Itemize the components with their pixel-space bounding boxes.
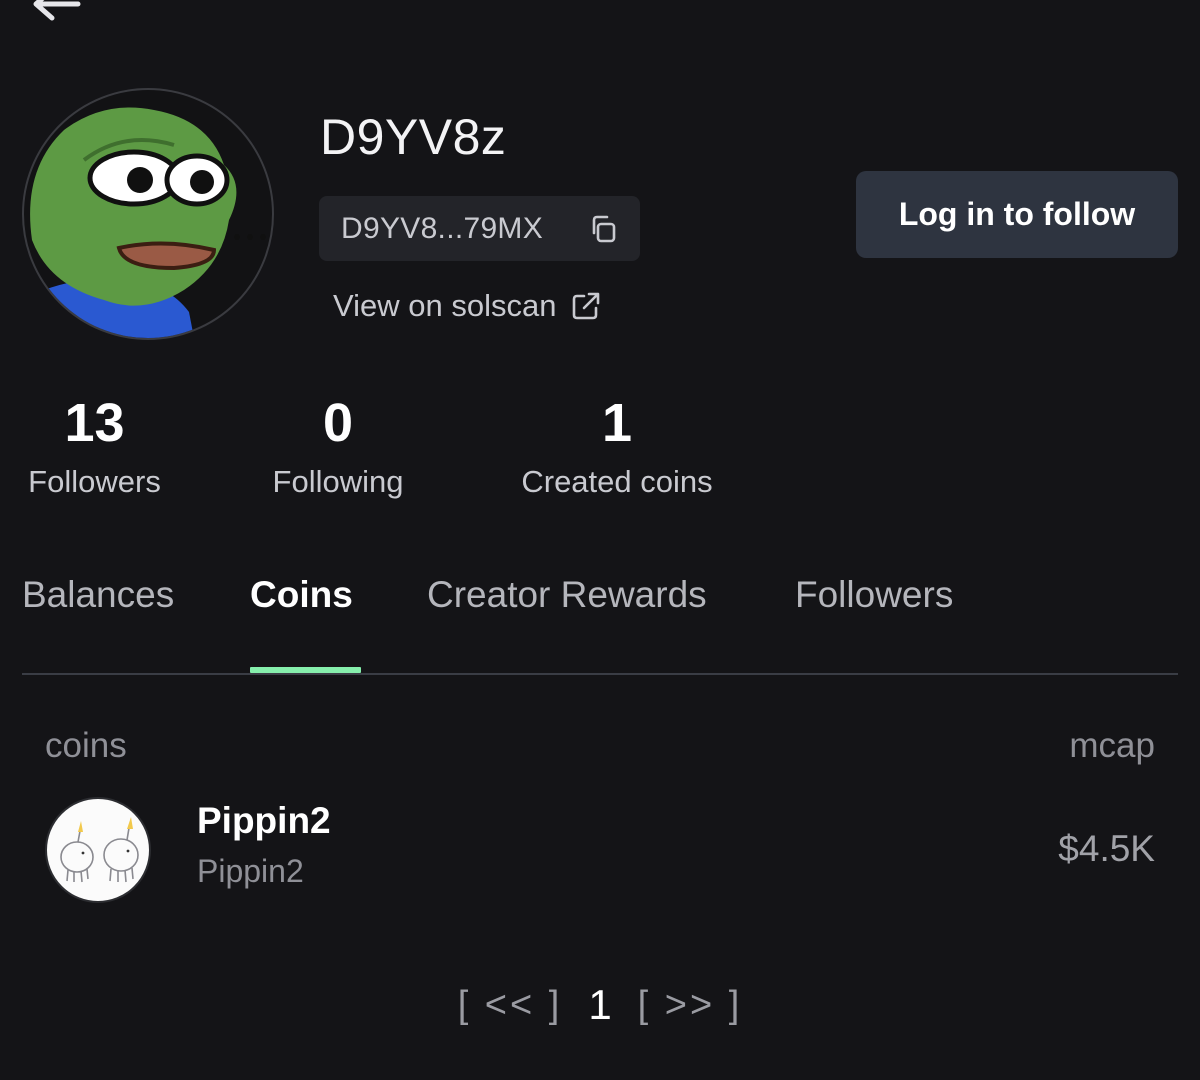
- followers-count: 13: [64, 393, 125, 453]
- coins-column-header: coins: [45, 726, 127, 765]
- coin-name: Pippin2: [197, 800, 331, 841]
- pepe-frog-avatar-icon: [30, 107, 266, 338]
- coin-thumbnail: [45, 797, 151, 903]
- view-on-solscan-link[interactable]: View on solscan: [333, 288, 602, 324]
- profile-username: D9YV8z: [320, 109, 507, 165]
- back-arrow-icon[interactable]: [28, 0, 84, 34]
- created-coins-label: Created coins: [521, 464, 713, 499]
- tab-divider: [22, 673, 1178, 675]
- wallet-address-chip[interactable]: D9YV8...79MX: [319, 196, 640, 261]
- tab-coins[interactable]: Coins: [250, 574, 353, 616]
- solscan-link-label: View on solscan: [333, 288, 557, 323]
- coin-row[interactable]: Pippin2 Pippin2 $4.5K: [22, 786, 1178, 916]
- followers-label: Followers: [28, 464, 161, 499]
- tab-creator-rewards[interactable]: Creator Rewards: [427, 574, 707, 616]
- following-label: Following: [272, 464, 404, 499]
- wallet-address-text: D9YV8...79MX: [341, 211, 544, 245]
- avatar: [22, 88, 274, 340]
- profile-page: D9YV8z D9YV8...79MX View on solscan Log …: [0, 0, 1200, 1080]
- stat-following[interactable]: 0 Following: [266, 392, 410, 500]
- next-page-button[interactable]: [ >> ]: [638, 984, 743, 1027]
- pippin-unicorn-icon: [60, 817, 139, 883]
- log-in-to-follow-button[interactable]: Log in to follow: [856, 171, 1178, 258]
- coin-ticker: Pippin2: [197, 853, 304, 889]
- stat-created-coins: 1 Created coins: [510, 392, 724, 500]
- mcap-column-header[interactable]: mcap: [1069, 726, 1155, 766]
- stat-followers[interactable]: 13 Followers: [22, 392, 167, 500]
- tab-balances[interactable]: Balances: [22, 574, 174, 616]
- previous-page-button[interactable]: [ << ]: [458, 984, 563, 1027]
- active-tab-indicator: [250, 667, 361, 673]
- coin-market-cap: $4.5K: [1058, 828, 1155, 869]
- tab-followers[interactable]: Followers: [795, 574, 953, 616]
- created-coins-count: 1: [601, 393, 633, 453]
- current-page-number: 1: [588, 981, 612, 1028]
- following-count: 0: [322, 393, 354, 453]
- copy-icon[interactable]: [587, 213, 619, 245]
- pagination: [ << ] 1 [ >> ]: [0, 981, 1200, 1029]
- external-link-icon: [573, 292, 600, 320]
